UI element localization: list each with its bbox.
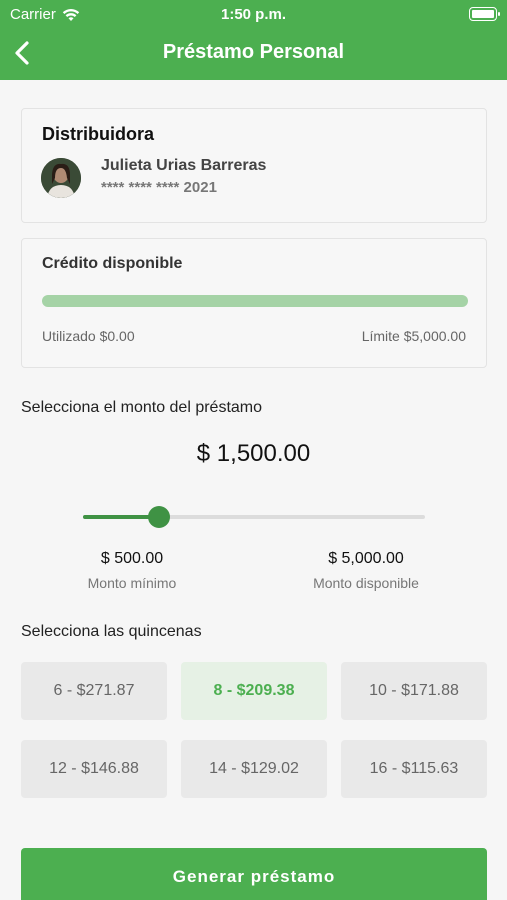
installments-label: Selecciona las quincenas <box>21 623 202 640</box>
page-title: Préstamo Personal <box>162 41 345 63</box>
loan-amount-slider[interactable] <box>83 505 425 529</box>
credit-progress-bar <box>42 295 468 307</box>
credit-card: Crédito disponible Utilizado $0.00 Límit… <box>21 238 487 368</box>
status-bar: Carrier 1:50 p.m. <box>0 0 507 28</box>
loan-amount-label: Selecciona el monto del préstamo <box>21 399 263 416</box>
distributor-label: Distribuidora <box>42 124 155 144</box>
credit-limit: Límite $5,000.00 <box>361 328 466 344</box>
credit-used: Utilizado $0.00 <box>42 328 135 344</box>
status-time: 1:50 p.m. <box>220 6 287 23</box>
installment-option-16[interactable]: 16 - $115.63 <box>341 740 487 798</box>
avatar <box>41 158 81 198</box>
max-amount-label: Monto disponible <box>313 575 419 591</box>
installment-option-10[interactable]: 10 - $171.88 <box>341 662 487 720</box>
installment-option-6[interactable]: 6 - $271.87 <box>21 662 167 720</box>
card-number: **** **** **** 2021 <box>101 179 217 196</box>
generate-loan-button[interactable]: Generar préstamo <box>21 848 487 900</box>
distributor-card: Distribuidora Julieta Urias Barreras ***… <box>21 108 487 223</box>
loan-amount-value: $ 1,500.00 <box>196 440 311 467</box>
min-amount-label: Monto mínimo <box>87 575 177 591</box>
installment-option-12[interactable]: 12 - $146.88 <box>21 740 167 798</box>
min-amount-value: $ 500.00 <box>100 550 164 567</box>
installment-option-14[interactable]: 14 - $129.02 <box>181 740 327 798</box>
nav-bar: Préstamo Personal <box>0 28 507 80</box>
installment-option-8[interactable]: 8 - $209.38 <box>181 662 327 720</box>
credit-label: Crédito disponible <box>42 255 183 272</box>
slider-thumb[interactable] <box>147 506 170 528</box>
battery-icon <box>469 7 500 21</box>
max-amount-value: $ 5,000.00 <box>328 550 404 567</box>
distributor-name: Julieta Urias Barreras <box>101 157 267 174</box>
